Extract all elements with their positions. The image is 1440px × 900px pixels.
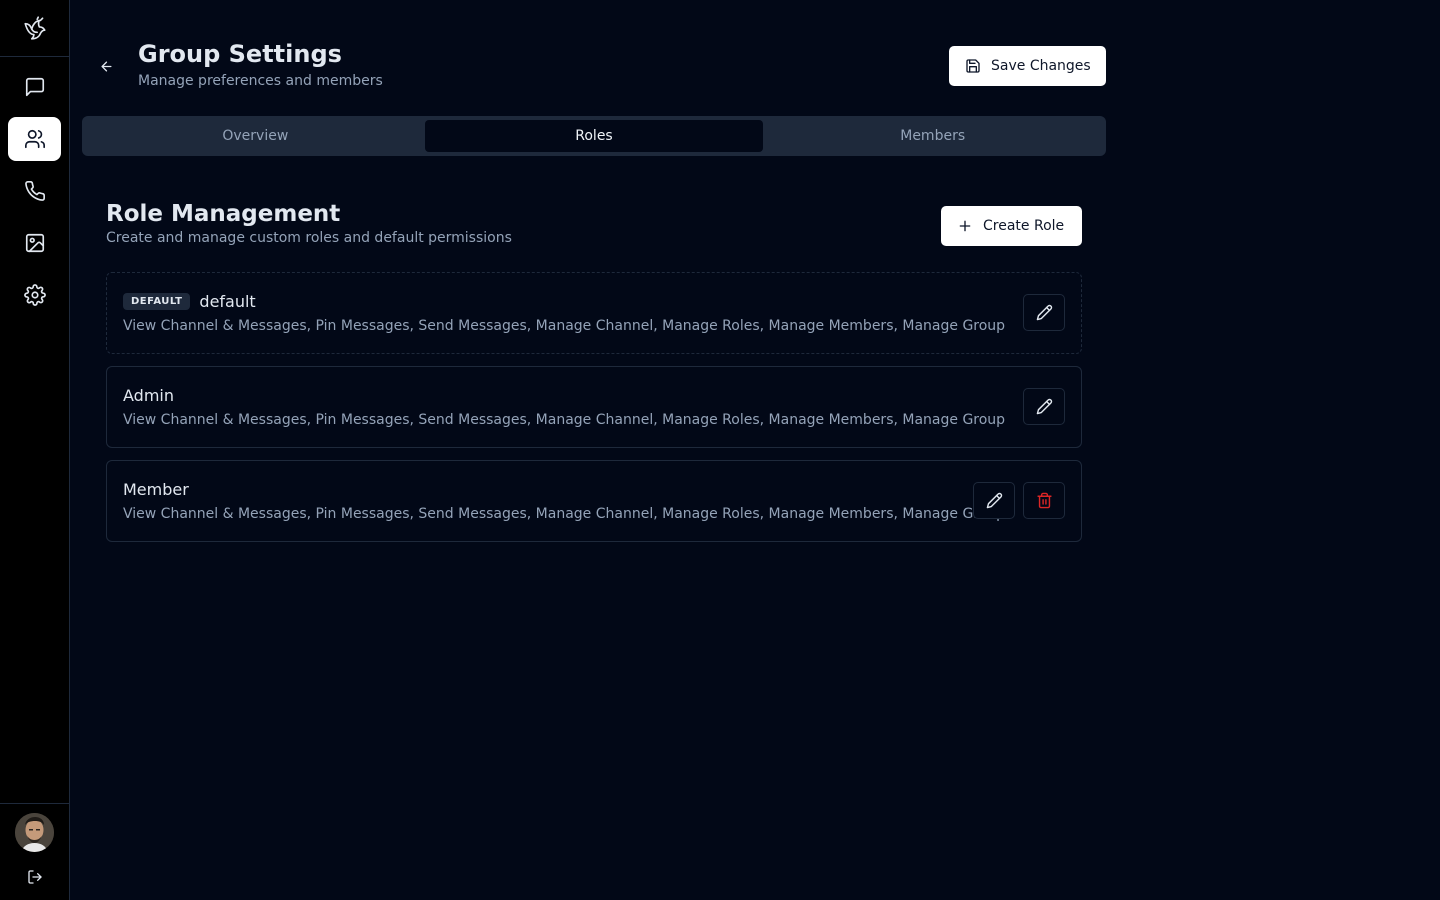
role-permissions: View Channel & Messages, Pin Messages, S…: [123, 506, 1006, 522]
nav-groups[interactable]: [8, 117, 61, 161]
page-title: Group Settings: [138, 40, 342, 68]
users-icon: [24, 129, 45, 149]
sidebar-footer: [0, 803, 69, 900]
save-changes-button[interactable]: Save Changes: [949, 46, 1106, 86]
delete-role-button[interactable]: [1023, 482, 1065, 519]
role-permissions: View Channel & Messages, Pin Messages, S…: [123, 318, 1006, 334]
nav-chats[interactable]: [8, 65, 61, 109]
nav-calls[interactable]: [8, 169, 61, 213]
edit-role-button[interactable]: [1023, 294, 1065, 331]
nav-media[interactable]: [8, 221, 61, 265]
role-card-admin: Admin View Channel & Messages, Pin Messa…: [106, 366, 1082, 448]
logout-button[interactable]: [25, 867, 45, 887]
role-name-row: Member: [123, 480, 189, 499]
pencil-icon: [986, 492, 1002, 509]
settings-tabs: Overview Roles Members: [82, 116, 1106, 156]
plus-icon: [959, 220, 971, 232]
pencil-icon: [1036, 398, 1052, 415]
back-button[interactable]: [94, 54, 118, 78]
app-logo[interactable]: [0, 0, 69, 57]
role-name-row: DEFAULT default: [123, 292, 256, 311]
sidebar: [0, 0, 70, 900]
settings-icon: [23, 284, 46, 306]
role-card-member: Member View Channel & Messages, Pin Mess…: [106, 460, 1082, 542]
log-out-icon: [28, 870, 42, 884]
trash-icon: [1036, 492, 1052, 509]
role-name: default: [199, 292, 256, 311]
page-subtitle: Manage preferences and members: [138, 73, 383, 89]
save-icon: [966, 59, 980, 73]
role-card-default: DEFAULT default View Channel & Messages,…: [106, 272, 1082, 354]
role-name: Admin: [123, 386, 174, 405]
phone-icon: [24, 181, 45, 201]
arrow-left-icon: [101, 61, 111, 71]
user-avatar-icon: [15, 813, 54, 852]
role-name-row: Admin: [123, 386, 174, 405]
role-name: Member: [123, 480, 189, 499]
nav-settings[interactable]: [8, 273, 61, 317]
image-icon: [25, 233, 44, 253]
edit-role-button[interactable]: [973, 482, 1015, 519]
section-title: Role Management: [106, 201, 341, 227]
pencil-icon: [1036, 304, 1052, 321]
edit-role-button[interactable]: [1023, 388, 1065, 425]
bird-logo-icon: [23, 16, 46, 40]
section-subtitle: Create and manage custom roles and defau…: [106, 230, 512, 246]
tab-overview[interactable]: Overview: [86, 120, 425, 152]
avatar[interactable]: [15, 813, 54, 852]
message-square-icon: [25, 77, 44, 97]
tab-members[interactable]: Members: [763, 120, 1102, 152]
role-permissions: View Channel & Messages, Pin Messages, S…: [123, 412, 1006, 428]
create-role-label: Create Role: [983, 218, 1065, 234]
default-badge: DEFAULT: [123, 293, 191, 310]
create-role-button[interactable]: Create Role: [941, 206, 1082, 246]
tab-roles[interactable]: Roles: [424, 120, 764, 152]
save-changes-label: Save Changes: [991, 58, 1091, 74]
